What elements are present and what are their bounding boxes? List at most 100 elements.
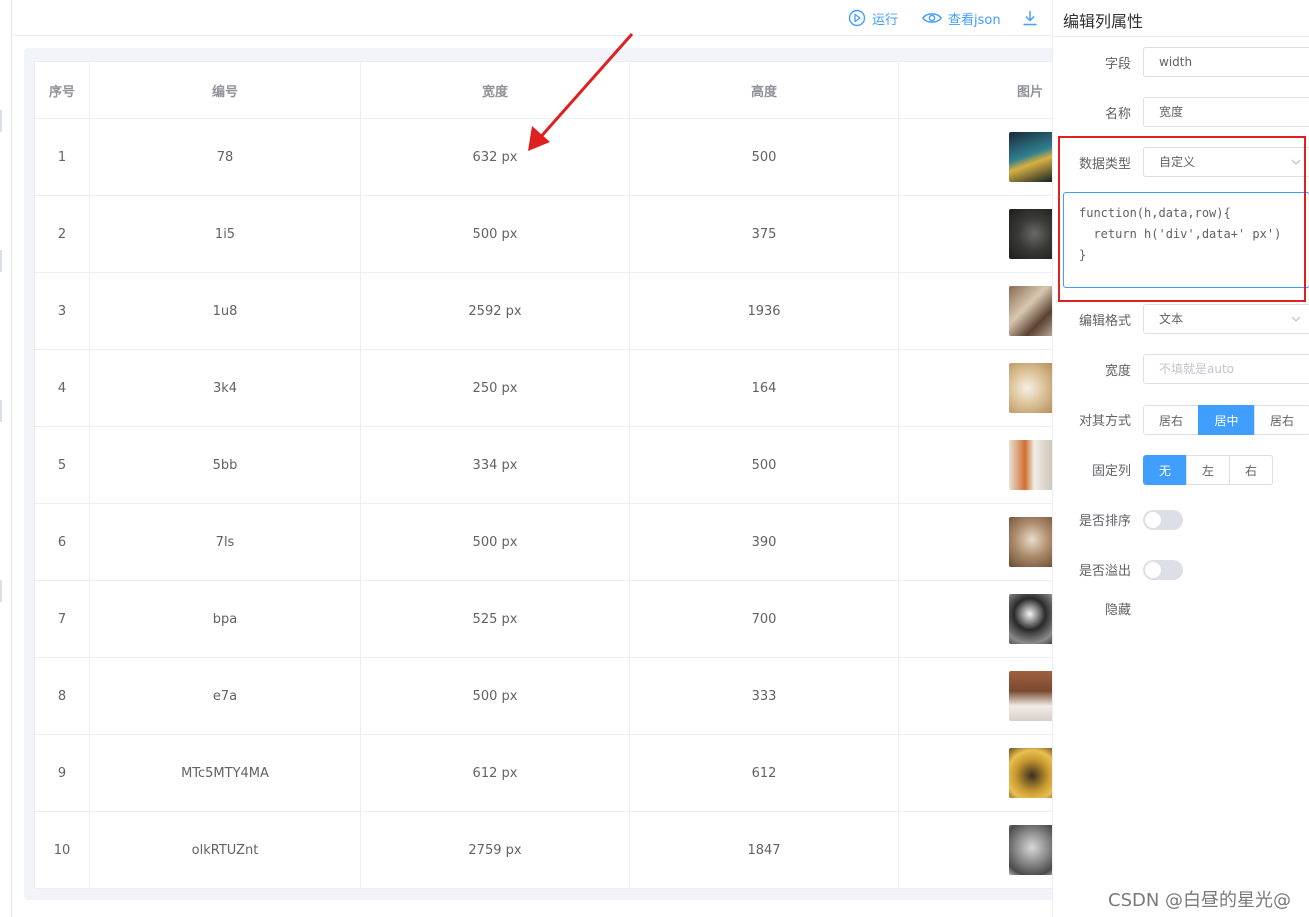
- cell-width: 612 px: [360, 734, 630, 812]
- fixed-button-group: 无 左 右: [1143, 455, 1273, 485]
- cell-index: 3: [34, 272, 90, 350]
- image-thumbnail: [1009, 517, 1055, 567]
- width-label: 宽度: [1104, 364, 1131, 379]
- align-right-button[interactable]: 居右: [1143, 405, 1199, 435]
- panel-title: 编辑列属性: [1063, 12, 1144, 31]
- cell-image: [898, 349, 1065, 427]
- cell-code: 78: [89, 118, 361, 196]
- cell-height: 500: [629, 426, 899, 504]
- play-icon: [848, 9, 866, 27]
- cell-code: bpa: [89, 580, 361, 658]
- table-row[interactable]: 10 olkRTUZnt 2759 px 1847: [34, 811, 1065, 889]
- width-input[interactable]: 不填就是auto: [1143, 354, 1309, 384]
- cell-height: 612: [629, 734, 899, 812]
- align-right-button-2[interactable]: 居右: [1254, 405, 1309, 435]
- overflow-label: 是否溢出: [1078, 564, 1131, 579]
- image-thumbnail: [1009, 748, 1055, 798]
- cell-code: 3k4: [89, 349, 361, 427]
- run-label: 运行: [872, 12, 899, 28]
- align-center-button[interactable]: 居中: [1198, 405, 1255, 435]
- sortable-toggle[interactable]: [1143, 510, 1183, 530]
- datatype-label: 数据类型: [1078, 157, 1131, 172]
- column-properties-panel: 编辑列属性 字段 width 名称 宽度 数据类型 自定义 function(h…: [1052, 0, 1309, 917]
- cell-index: 7: [34, 580, 90, 658]
- fixed-right-button[interactable]: 右: [1229, 455, 1273, 485]
- top-toolbar: 运行 查看json: [12, 0, 1052, 36]
- cell-image: [898, 503, 1065, 581]
- align-button-group: 居右 居中 居右: [1143, 405, 1309, 435]
- cell-height: 1847: [629, 811, 899, 889]
- chevron-down-icon: [1291, 159, 1301, 165]
- header-height[interactable]: 高度: [629, 61, 899, 119]
- table-row[interactable]: 2 1i5 500 px 375: [34, 195, 1065, 273]
- view-json-button[interactable]: 查看json: [922, 8, 1001, 28]
- sidebar-edge-mark: [0, 250, 2, 272]
- cell-image: [898, 272, 1065, 350]
- sortable-label: 是否排序: [1078, 514, 1131, 529]
- cell-image: [898, 657, 1065, 735]
- table-header-row: 序号 编号 宽度 高度 图片: [34, 61, 1065, 119]
- edit-format-label: 编辑格式: [1078, 314, 1131, 329]
- cell-code: 5bb: [89, 426, 361, 504]
- image-thumbnail: [1009, 132, 1055, 182]
- cell-height: 333: [629, 657, 899, 735]
- toggle-knob: [1145, 512, 1161, 528]
- field-label: 字段: [1104, 57, 1131, 72]
- fixed-none-button[interactable]: 无: [1143, 455, 1187, 485]
- datatype-select[interactable]: 自定义: [1143, 147, 1309, 177]
- table-row[interactable]: 3 1u8 2592 px 1936: [34, 272, 1065, 350]
- cell-image: [898, 734, 1065, 812]
- header-code[interactable]: 编号: [89, 61, 361, 119]
- table-row[interactable]: 9 MTc5MTY4MA 612 px 612: [34, 734, 1065, 812]
- cell-height: 700: [629, 580, 899, 658]
- cell-code: 7ls: [89, 503, 361, 581]
- cell-width: 2592 px: [360, 272, 630, 350]
- image-thumbnail: [1009, 209, 1055, 259]
- left-sidebar-edge: [0, 0, 12, 917]
- code-editor[interactable]: function(h,data,row){ return h('div',dat…: [1063, 192, 1309, 288]
- chevron-down-icon: [1291, 316, 1301, 322]
- cell-image: [898, 426, 1065, 504]
- cell-width: 2759 px: [360, 811, 630, 889]
- header-image-label: 图片: [1017, 84, 1044, 100]
- view-json-label: 查看json: [948, 12, 1001, 28]
- table-row[interactable]: 7 bpa 525 px 700: [34, 580, 1065, 658]
- table-row[interactable]: 5 5bb 334 px 500: [34, 426, 1065, 504]
- align-label: 对其方式: [1078, 414, 1131, 429]
- edit-format-select[interactable]: 文本: [1143, 304, 1309, 334]
- cell-code: olkRTUZnt: [89, 811, 361, 889]
- download-icon: [1023, 11, 1037, 26]
- table-row[interactable]: 6 7ls 500 px 390: [34, 503, 1065, 581]
- cell-code: e7a: [89, 657, 361, 735]
- field-input[interactable]: width: [1143, 47, 1309, 77]
- cell-index: 10: [34, 811, 90, 889]
- cell-width: 250 px: [360, 349, 630, 427]
- datatype-value: 自定义: [1159, 155, 1196, 169]
- cell-image: [898, 811, 1065, 889]
- header-image[interactable]: 图片: [898, 61, 1065, 119]
- cell-width: 632 px: [360, 118, 630, 196]
- table-row[interactable]: 8 e7a 500 px 333: [34, 657, 1065, 735]
- run-button[interactable]: 运行: [848, 8, 898, 28]
- download-button[interactable]: [1022, 8, 1038, 28]
- header-width[interactable]: 宽度: [360, 61, 630, 119]
- header-index[interactable]: 序号: [34, 61, 90, 119]
- fixed-label: 固定列: [1091, 464, 1131, 479]
- table-row[interactable]: 4 3k4 250 px 164: [34, 349, 1065, 427]
- image-thumbnail: [1009, 363, 1055, 413]
- edit-format-value: 文本: [1159, 312, 1184, 326]
- cell-height: 164: [629, 349, 899, 427]
- fixed-left-button[interactable]: 左: [1186, 455, 1230, 485]
- divider: [1053, 36, 1309, 37]
- sidebar-edge-mark: [0, 580, 2, 602]
- table-row[interactable]: 1 78 632 px 500: [34, 118, 1065, 196]
- name-input[interactable]: 宽度: [1143, 97, 1309, 127]
- image-thumbnail: [1009, 671, 1055, 721]
- cell-height: 375: [629, 195, 899, 273]
- overflow-toggle[interactable]: [1143, 560, 1183, 580]
- cell-index: 2: [34, 195, 90, 273]
- cell-index: 6: [34, 503, 90, 581]
- toggle-knob: [1145, 562, 1161, 578]
- sidebar-edge-mark: [0, 400, 2, 422]
- image-thumbnail: [1009, 594, 1055, 644]
